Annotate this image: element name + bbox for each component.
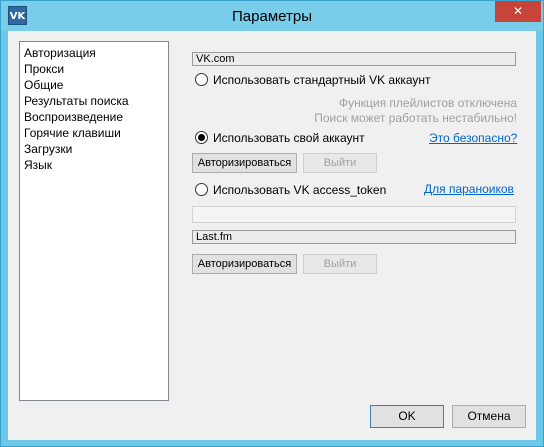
sidebar-item-general[interactable]: Общие bbox=[24, 77, 168, 93]
for-paranoids-link[interactable]: Для параноиков bbox=[424, 182, 514, 196]
sidebar-item-search-results[interactable]: Результаты поиска bbox=[24, 93, 168, 109]
cancel-button[interactable]: Отмена bbox=[452, 405, 526, 428]
ok-button[interactable]: OK bbox=[370, 405, 444, 428]
vk-login-button[interactable]: Авторизироваться bbox=[192, 153, 297, 173]
playlist-disabled-notice: Функция плейлистов отключена Поиск может… bbox=[187, 96, 517, 126]
window-title: Параметры bbox=[232, 8, 312, 25]
close-button[interactable]: ✕ bbox=[495, 1, 541, 22]
sidebar-item-authorization[interactable]: Авторизация bbox=[24, 45, 168, 61]
is-it-safe-link[interactable]: Это безопасно? bbox=[429, 131, 517, 145]
vk-standard-account-label: Использовать стандартный VK аккаунт bbox=[213, 73, 431, 87]
settings-category-list[interactable]: Авторизация Прокси Общие Результаты поис… bbox=[19, 41, 169, 401]
sidebar-item-downloads[interactable]: Загрузки bbox=[24, 141, 168, 157]
vk-standard-account-option[interactable]: Использовать стандартный VK аккаунт bbox=[195, 72, 431, 88]
lastfm-login-button[interactable]: Авторизироваться bbox=[192, 254, 297, 274]
vk-section-header: VK.com bbox=[192, 52, 516, 66]
lastfm-logout-button[interactable]: Выйти bbox=[303, 254, 377, 274]
lastfm-section-header: Last.fm bbox=[192, 230, 516, 244]
sidebar-item-language[interactable]: Язык bbox=[24, 157, 168, 173]
title-bar[interactable]: VK Параметры ✕ bbox=[1, 1, 543, 31]
vk-token-input[interactable] bbox=[192, 206, 516, 223]
vk-own-account-option[interactable]: Использовать свой аккаунт bbox=[195, 130, 365, 146]
vk-access-token-option[interactable]: Использовать VK access_token bbox=[195, 182, 386, 198]
radio-unchecked-icon[interactable] bbox=[195, 73, 208, 86]
radio-unchecked-icon[interactable] bbox=[195, 183, 208, 196]
vk-logout-button[interactable]: Выйти bbox=[303, 153, 377, 173]
sidebar-item-playback[interactable]: Воспроизведение bbox=[24, 109, 168, 125]
sidebar-item-hotkeys[interactable]: Горячие клавиши bbox=[24, 125, 168, 141]
settings-window: VK Параметры ✕ Авторизация Прокси Общие … bbox=[0, 0, 544, 447]
vk-own-account-label: Использовать свой аккаунт bbox=[213, 131, 365, 145]
notice-line-2: Поиск может работать нестабильно! bbox=[314, 111, 517, 125]
client-area: Авторизация Прокси Общие Результаты поис… bbox=[8, 31, 536, 440]
notice-line-1: Функция плейлистов отключена bbox=[339, 96, 517, 110]
vk-access-token-label: Использовать VK access_token bbox=[213, 183, 387, 197]
sidebar-item-proxy[interactable]: Прокси bbox=[24, 61, 168, 77]
radio-checked-icon[interactable] bbox=[195, 131, 208, 144]
